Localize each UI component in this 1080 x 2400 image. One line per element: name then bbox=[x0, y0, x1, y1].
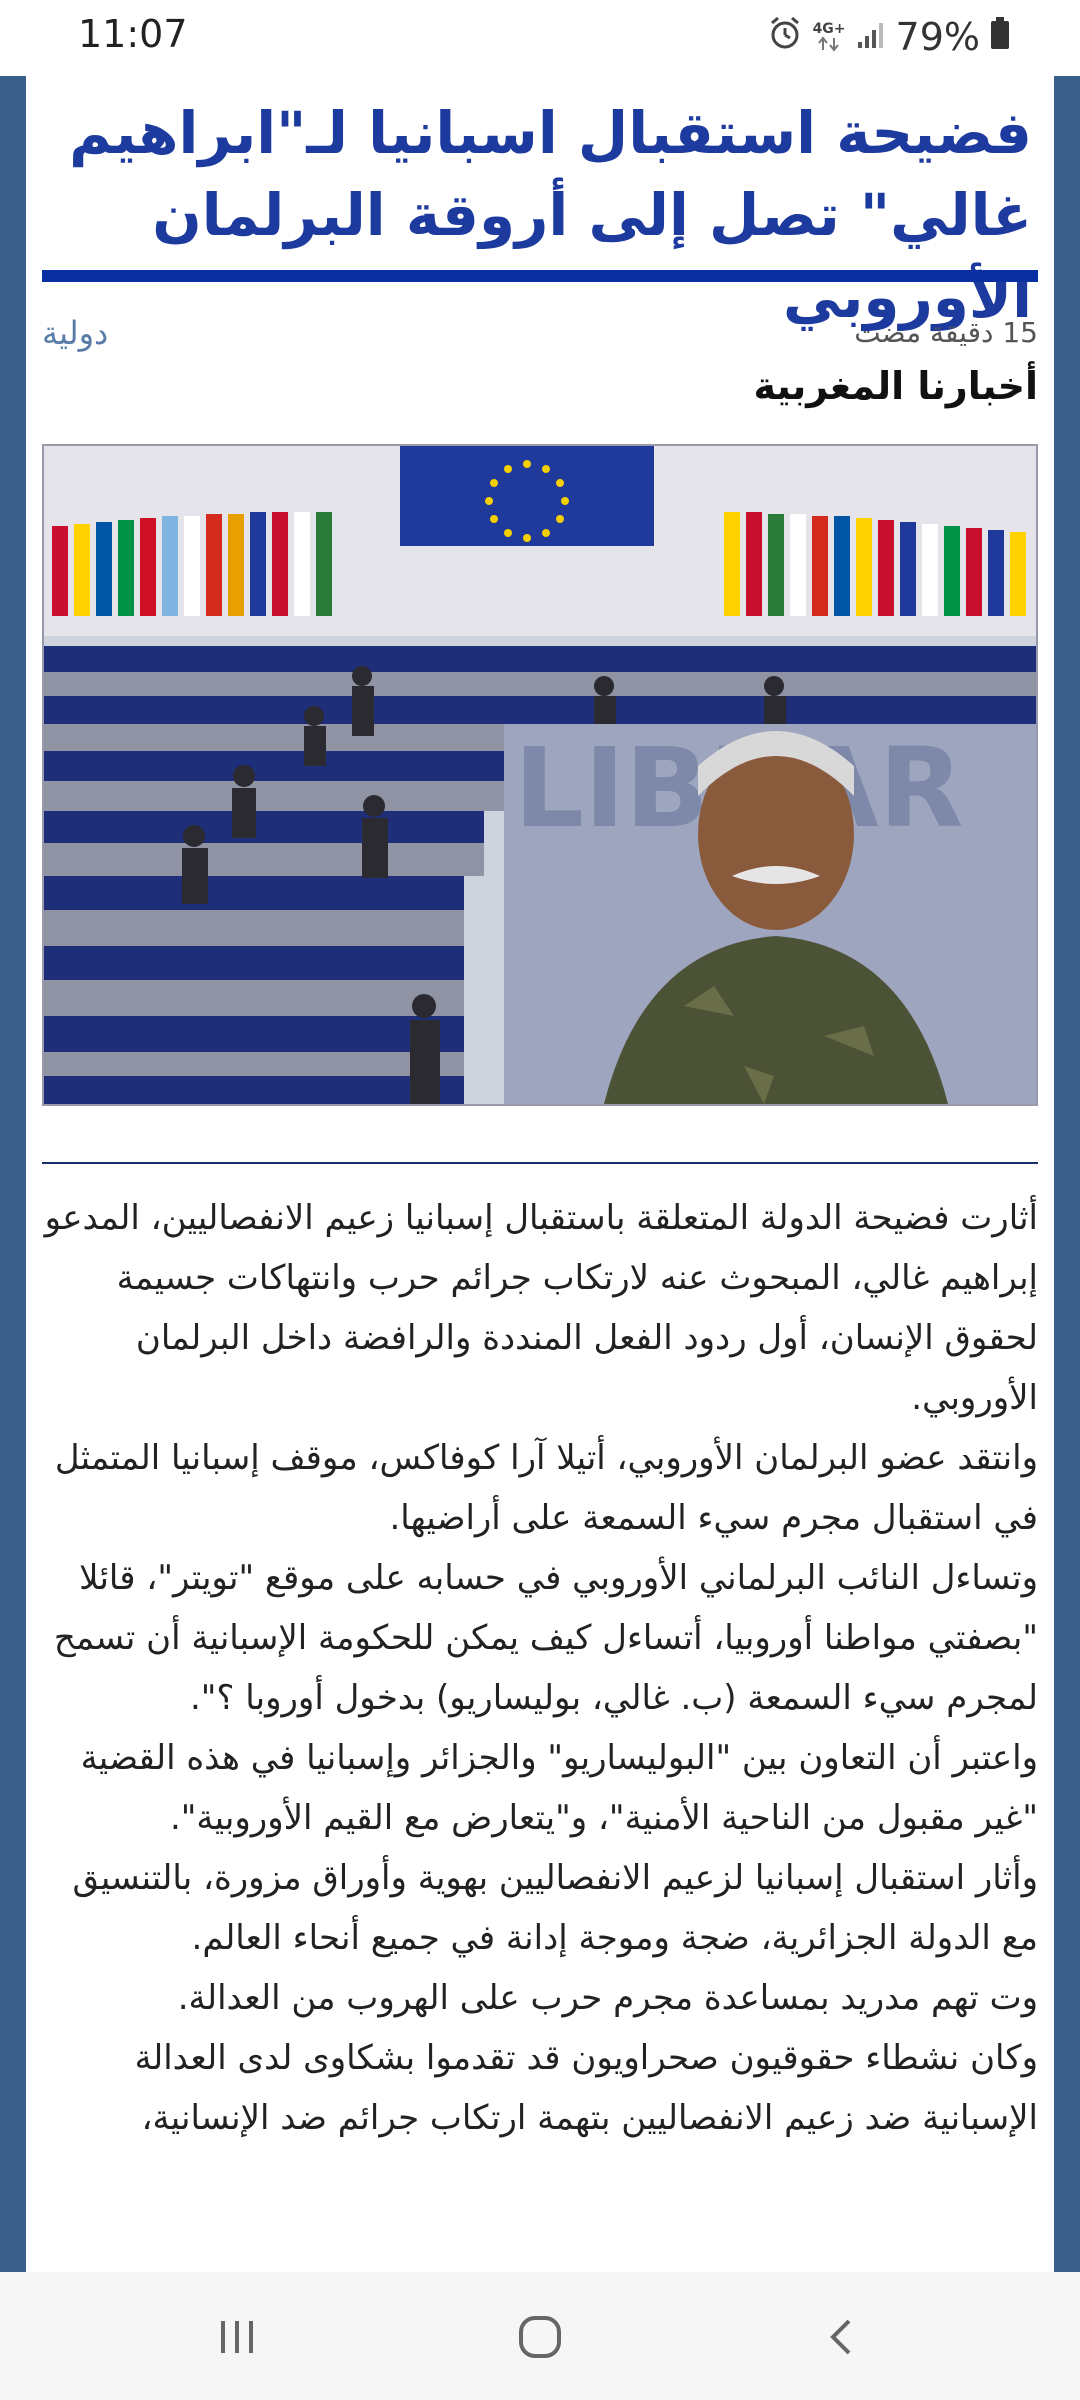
network-4g-icon: 4G+ bbox=[813, 22, 846, 52]
article-source: أخبارنا المغربية bbox=[753, 364, 1038, 408]
category-link[interactable]: دولية bbox=[42, 314, 108, 352]
status-bar: 11:07 4G+ 79% bbox=[0, 0, 1080, 76]
page-frame-left bbox=[0, 76, 26, 2272]
home-icon[interactable] bbox=[500, 2302, 580, 2372]
article-image[interactable]: LIBRAR bbox=[42, 444, 1038, 1106]
battery-icon bbox=[990, 15, 1010, 59]
alarm-icon bbox=[767, 15, 803, 60]
status-time: 11:07 bbox=[78, 12, 188, 56]
article-paragraph: وت تهم مدريد بمساعدة مجرم حرب على الهروب… bbox=[177, 1978, 1038, 2018]
signal-icon bbox=[856, 15, 886, 59]
article-paragraph: وانتقد عضو البرلمان الأوروبي، أتيلا آرا … bbox=[54, 1438, 1038, 1538]
article-view[interactable]: فضيحة استقبال اسبانيا لـ"ابراهيم غالي" ت… bbox=[26, 76, 1054, 2272]
recent-apps-icon[interactable] bbox=[197, 2302, 277, 2372]
article-paragraph: أثارت فضيحة الدولة المتعلقة باستقبال إسب… bbox=[44, 1198, 1038, 1418]
body-separator bbox=[42, 1162, 1038, 1164]
battery-percent: 79% bbox=[895, 15, 980, 59]
article-title: فضيحة استقبال اسبانيا لـ"ابراهيم غالي" ت… bbox=[69, 99, 1032, 331]
published-time: 15 دقيقة مضت bbox=[854, 316, 1038, 349]
back-icon[interactable] bbox=[803, 2302, 883, 2372]
page-frame-right bbox=[1054, 76, 1080, 2272]
status-icons: 4G+ 79% bbox=[767, 12, 1010, 62]
title-underline bbox=[42, 270, 1038, 282]
network-label: 4G+ bbox=[812, 21, 846, 37]
article-body: أثارت فضيحة الدولة المتعلقة باستقبال إسب… bbox=[38, 1188, 1038, 2148]
article-paragraph: واعتبر أن التعاون بين "البوليساريو" والج… bbox=[80, 1738, 1038, 1838]
article-meta: دولية 15 دقيقة مضت bbox=[42, 312, 1038, 372]
article-paragraph: وكان نشطاء حقوقيون صحراويون قد تقدموا بش… bbox=[134, 2038, 1038, 2138]
system-nav-bar bbox=[0, 2272, 1080, 2400]
article-paragraph: وتساءل النائب البرلماني الأوروبي في حساب… bbox=[53, 1558, 1038, 1718]
article-paragraph: وأثار استقبال إسبانيا لزعيم الانفصاليين … bbox=[72, 1858, 1038, 1958]
